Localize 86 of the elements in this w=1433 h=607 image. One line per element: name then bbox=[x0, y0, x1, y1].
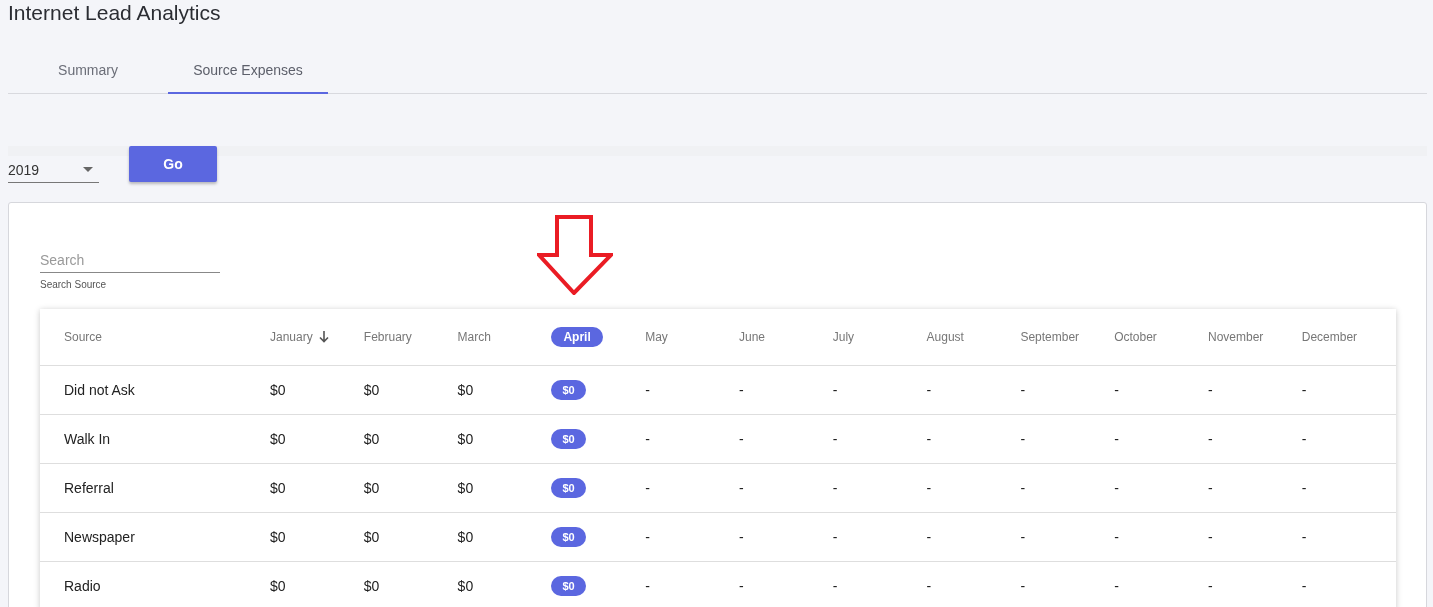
expense-value: - bbox=[645, 529, 650, 545]
expense-value: - bbox=[1020, 529, 1026, 545]
expense-value: $0 bbox=[457, 529, 474, 545]
expense-value: $0 bbox=[551, 380, 586, 400]
expense-value: $0 bbox=[270, 480, 286, 496]
expense-value: - bbox=[1020, 382, 1026, 398]
expense-value: - bbox=[739, 529, 744, 545]
column-header[interactable]: April bbox=[551, 327, 603, 347]
column-header[interactable]: September bbox=[1020, 330, 1080, 344]
expense-value: - bbox=[739, 480, 744, 496]
expense-value: - bbox=[926, 578, 932, 594]
source-name: Walk In bbox=[64, 431, 111, 447]
expense-value: - bbox=[1114, 382, 1119, 398]
expense-value: $0 bbox=[270, 578, 286, 594]
expense-value: - bbox=[1207, 480, 1213, 496]
expense-value: - bbox=[1207, 382, 1213, 398]
expense-value: - bbox=[926, 529, 932, 545]
expense-value: - bbox=[926, 480, 932, 496]
go-button[interactable]: Go bbox=[129, 146, 217, 182]
expense-value: $0 bbox=[363, 382, 380, 398]
source-name: Radio bbox=[64, 578, 101, 594]
expense-value: $0 bbox=[457, 578, 474, 594]
expense-value: - bbox=[1207, 578, 1213, 594]
source-name: Referral bbox=[64, 480, 114, 496]
expense-value: - bbox=[645, 382, 650, 398]
search-field[interactable]: Search bbox=[40, 248, 220, 273]
expense-value: $0 bbox=[457, 431, 474, 447]
column-header[interactable]: January bbox=[270, 330, 313, 344]
expense-value: - bbox=[1114, 480, 1119, 496]
column-header[interactable]: October bbox=[1114, 330, 1157, 344]
expense-value: - bbox=[1020, 431, 1026, 447]
expense-value: $0 bbox=[363, 480, 380, 496]
column-header[interactable]: May bbox=[645, 330, 668, 344]
expense-value: $0 bbox=[551, 478, 586, 498]
expense-value: - bbox=[1301, 578, 1307, 594]
expense-value: $0 bbox=[551, 527, 586, 547]
search-helper-text: Search Source bbox=[40, 279, 107, 290]
expense-value: $0 bbox=[457, 480, 474, 496]
source-name: Newspaper bbox=[64, 529, 135, 545]
expense-value: $0 bbox=[551, 576, 586, 596]
expense-value: - bbox=[1301, 382, 1307, 398]
column-header[interactable]: August bbox=[926, 330, 964, 344]
expense-value: - bbox=[1301, 431, 1307, 447]
expense-value: $0 bbox=[457, 382, 474, 398]
expense-value: - bbox=[1114, 431, 1119, 447]
expense-value: - bbox=[832, 529, 838, 545]
expense-value: - bbox=[645, 578, 650, 594]
expense-value: - bbox=[832, 382, 838, 398]
column-header[interactable]: December bbox=[1301, 330, 1358, 344]
column-header[interactable]: June bbox=[739, 330, 765, 344]
expense-value: - bbox=[832, 480, 838, 496]
expense-value: - bbox=[926, 431, 932, 447]
expense-value: $0 bbox=[363, 578, 380, 594]
expense-value: - bbox=[1114, 578, 1119, 594]
expense-value: - bbox=[1301, 529, 1307, 545]
expense-value: - bbox=[1020, 578, 1026, 594]
tab[interactable]: Summary bbox=[8, 47, 168, 94]
expense-value: $0 bbox=[270, 529, 286, 545]
expense-value: - bbox=[926, 382, 932, 398]
expense-value: - bbox=[739, 578, 744, 594]
expense-value: - bbox=[1020, 480, 1026, 496]
year-select[interactable]: 2019 bbox=[8, 157, 99, 183]
expense-value: - bbox=[739, 431, 744, 447]
column-header[interactable]: February bbox=[363, 330, 412, 344]
expense-value: - bbox=[645, 431, 650, 447]
expense-value: - bbox=[832, 431, 838, 447]
expense-value: - bbox=[1207, 529, 1213, 545]
expense-value: $0 bbox=[551, 429, 586, 449]
expense-value: - bbox=[739, 382, 744, 398]
expense-value: $0 bbox=[363, 431, 380, 447]
dropdown-caret-icon bbox=[83, 167, 93, 172]
expense-value: - bbox=[645, 480, 650, 496]
expense-value: - bbox=[1207, 431, 1213, 447]
column-header[interactable]: March bbox=[457, 330, 491, 344]
page-title: Internet Lead Analytics bbox=[8, 0, 222, 26]
expense-value: - bbox=[1114, 529, 1119, 545]
expense-value: $0 bbox=[363, 529, 380, 545]
column-header[interactable]: Source bbox=[64, 330, 103, 344]
expense-value: - bbox=[1301, 480, 1307, 496]
column-header[interactable]: November bbox=[1207, 330, 1264, 344]
expense-value: - bbox=[832, 578, 838, 594]
tab[interactable]: Source Expenses bbox=[168, 47, 328, 94]
expense-value: $0 bbox=[270, 382, 286, 398]
source-name: Did not Ask bbox=[64, 382, 135, 398]
column-header[interactable]: July bbox=[832, 330, 855, 344]
expense-value: $0 bbox=[270, 431, 286, 447]
